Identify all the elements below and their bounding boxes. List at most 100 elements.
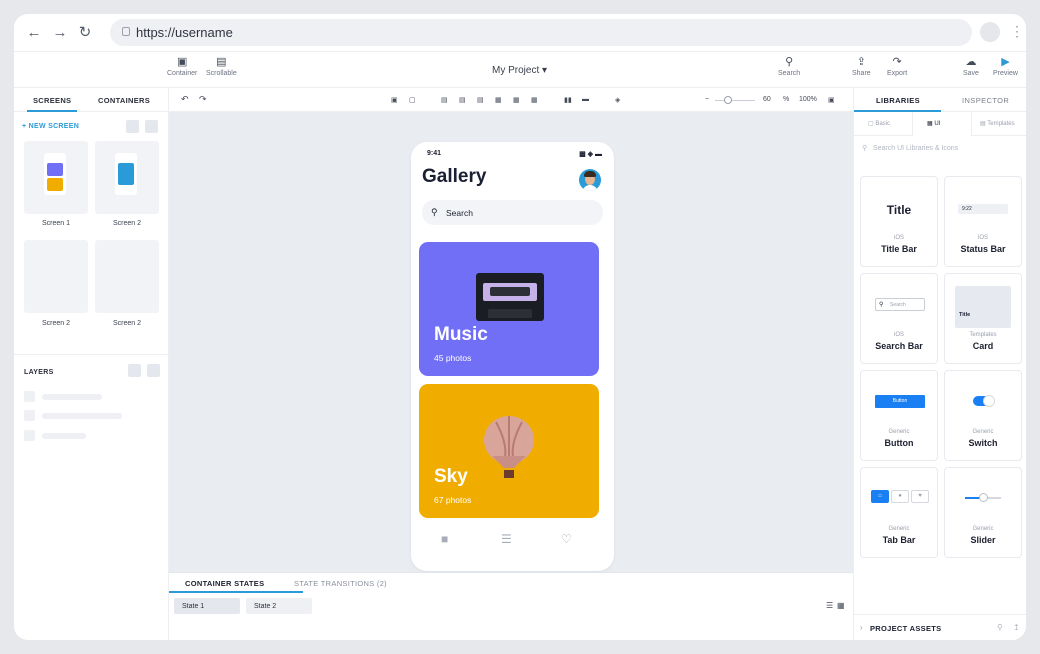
tab-containers[interactable]: CONTAINERS [98, 96, 150, 105]
state-chip[interactable]: State 1 [174, 598, 240, 614]
container-icon: ▣ [176, 56, 188, 68]
active-tab-indicator [169, 591, 303, 593]
grid-view-icon[interactable] [126, 120, 139, 133]
back-icon[interactable]: ← [24, 23, 44, 43]
avatar[interactable] [579, 169, 601, 191]
library-item-search-bar[interactable]: Search ⚲ iOS Search Bar [860, 273, 938, 364]
project-assets-label: PROJECT ASSETS [870, 624, 942, 633]
export-button[interactable]: ↷ Export [887, 56, 907, 77]
phone-mockup[interactable]: 9:41 ▩ ◈ ▬ Gallery ⚲ Search Music 45 pho… [411, 142, 614, 571]
tab-screens[interactable]: SCREENS [26, 96, 78, 112]
layer-row-icon[interactable] [24, 410, 35, 421]
layer-order-icon[interactable]: ◈ [615, 96, 620, 104]
sliders-icon[interactable]: ☰ [501, 532, 512, 546]
project-name-dropdown[interactable]: My Project ▾ [492, 65, 547, 76]
cassette-icon [476, 273, 544, 321]
search-icon[interactable]: ⚲ [997, 623, 1003, 632]
layer-row[interactable] [42, 394, 102, 400]
fit-screen-icon[interactable]: ▣ [828, 96, 835, 104]
browser-bar: ← → ↻ https://username ⋮ [14, 14, 1026, 52]
list-view-icon[interactable]: ☰ [826, 601, 833, 610]
scrollable-icon: ▤ [216, 56, 227, 68]
layer-row[interactable] [42, 433, 86, 439]
sky-card[interactable]: Sky 67 photos [419, 384, 599, 518]
filter-icon[interactable]: ↥ [1013, 623, 1020, 632]
container-button[interactable]: ▣ Container [167, 56, 197, 77]
ungroup-icon[interactable]: ▢ [409, 96, 416, 104]
list-view-icon[interactable] [145, 120, 158, 133]
zoom-out-icon[interactable]: − [705, 96, 709, 103]
phone-search-bar[interactable]: ⚲ Search [422, 200, 603, 225]
music-card[interactable]: Music 45 photos [419, 242, 599, 376]
forward-icon[interactable]: → [50, 23, 70, 43]
folder-icon[interactable]: ■ [441, 532, 448, 546]
scrollable-button[interactable]: ▤ Scrollable [206, 56, 237, 77]
lock-icon [122, 27, 130, 36]
url-bar[interactable]: https://username [110, 19, 972, 46]
layer-row-icon[interactable] [24, 391, 35, 402]
new-screen-button[interactable]: + NEW SCREEN [22, 123, 79, 130]
heart-icon[interactable]: ♡ [561, 532, 572, 546]
tab-container-states[interactable]: CONTAINER STATES [185, 579, 264, 588]
home-icon: ⌂ [871, 490, 889, 503]
zoom-slider-handle[interactable] [724, 96, 732, 104]
library-item-status-bar[interactable]: 9:22 iOS Status Bar [944, 176, 1022, 267]
library-item-title-bar[interactable]: Title iOS Title Bar [860, 176, 938, 267]
grid-view-icon[interactable]: ▦ [837, 601, 845, 610]
align-middle-icon[interactable]: ▦ [513, 96, 520, 104]
status-time: 9:41 [427, 150, 442, 157]
state-chip[interactable]: State 2 [246, 598, 312, 614]
share-button[interactable]: ⇪ Share [852, 56, 871, 77]
subtab-basic[interactable]: ▢ Basic [868, 112, 890, 136]
tab-libraries[interactable]: LIBRARIES [876, 96, 920, 105]
search-button[interactable]: ⚲ Search [778, 56, 800, 77]
library-item-switch[interactable]: Generic Switch [944, 370, 1022, 461]
app-window: ← → ↻ https://username ⋮ ▣ Container ▤ S… [14, 14, 1026, 640]
library-item-tab-bar[interactable]: ⌂ ● ♥ Generic Tab Bar [860, 467, 938, 558]
layers-action-icon[interactable] [128, 364, 141, 377]
zoom-slider-track[interactable] [715, 100, 755, 101]
layer-row-icon[interactable] [24, 430, 35, 441]
library-item-button[interactable]: Button Generic Button [860, 370, 938, 461]
card-count: 67 photos [434, 495, 472, 505]
layer-row[interactable] [42, 413, 122, 419]
canvas[interactable]: ↶ ↷ ▣ ▢ ▤ ▤ ▤ ▦ ▦ ▦ ▮▮ ▬ ◈ − 60 % 100% ▣… [169, 88, 853, 640]
slider-knob [979, 493, 988, 502]
search-icon: ⚲ [879, 302, 884, 308]
cloud-upload-icon: ☁ [965, 56, 977, 68]
save-button[interactable]: ☁ Save [963, 56, 979, 77]
screen-thumbnail[interactable] [24, 141, 88, 214]
reload-icon[interactable]: ↻ [75, 23, 95, 43]
library-search[interactable]: ⚲ Search UI Libraries & Icons [862, 144, 958, 152]
browser-menu-icon[interactable]: ⋮ [1010, 23, 1024, 40]
screen-thumbnail[interactable] [95, 240, 159, 313]
align-left-icon[interactable]: ▤ [441, 96, 448, 104]
subtab-ui[interactable]: ▦ UI [912, 112, 972, 136]
zoom-fit[interactable]: 100% [799, 96, 817, 103]
undo-icon[interactable]: ↶ [181, 94, 189, 105]
project-assets-bar[interactable]: › PROJECT ASSETS ⚲ ↥ [854, 614, 1026, 640]
align-right-icon[interactable]: ▤ [477, 96, 484, 104]
library-item-card[interactable]: Title Templates Card [944, 273, 1022, 364]
tab-state-transitions[interactable]: STATE TRANSITIONS (2) [294, 579, 387, 588]
distribute-v-icon[interactable]: ▬ [582, 96, 589, 103]
redo-icon[interactable]: ↷ [199, 94, 207, 105]
group-icon[interactable]: ▣ [391, 96, 398, 104]
align-center-icon[interactable]: ▤ [459, 96, 466, 104]
library-item-slider[interactable]: Generic Slider [944, 467, 1022, 558]
profile-avatar[interactable] [980, 22, 1000, 42]
zoom-value[interactable]: 60 [763, 96, 771, 103]
screen-thumbnail[interactable] [95, 141, 159, 214]
preview-button[interactable]: ▶ Preview [993, 56, 1018, 77]
layers-action-icon[interactable] [147, 364, 160, 377]
align-bottom-icon[interactable]: ▦ [531, 96, 538, 104]
screen-thumbnail[interactable] [24, 240, 88, 313]
play-icon: ▶ [1001, 56, 1010, 68]
chat-icon: ● [891, 490, 909, 503]
distribute-h-icon[interactable]: ▮▮ [564, 96, 572, 104]
canvas-toolbar: ↶ ↷ ▣ ▢ ▤ ▤ ▤ ▦ ▦ ▦ ▮▮ ▬ ◈ − 60 % 100% ▣ [169, 88, 853, 112]
subtab-templates[interactable]: ▤ Templates [980, 112, 1015, 136]
align-top-icon[interactable]: ▦ [495, 96, 502, 104]
left-tabs: SCREENS CONTAINERS [14, 88, 168, 112]
tab-inspector[interactable]: INSPECTOR [962, 96, 1009, 105]
